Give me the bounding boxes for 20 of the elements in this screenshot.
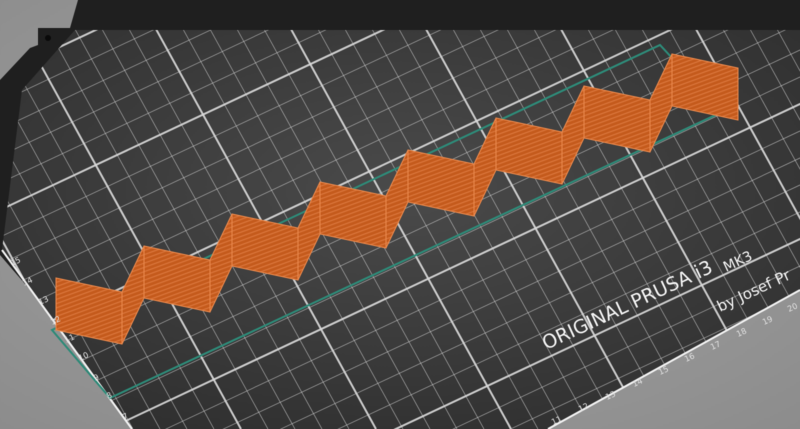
axis-label: 18 [735,326,748,339]
axis-label: 19 [761,314,774,327]
axis-label: 11 [550,414,564,427]
axis-label: 13 [604,389,618,402]
axis-label: 16 [683,351,696,364]
axis-label: 7 [121,412,130,422]
axis-label: 9 [92,372,100,383]
axis-label: 15 [657,364,670,377]
axis-label: 15 [9,255,22,268]
axis-label: 14 [631,376,644,389]
axis-label: 12 [577,401,590,414]
axis-label: 12 [49,314,62,327]
axis-label: 11 [63,332,76,345]
axis-label: 20 [786,301,800,314]
axis-label: 14 [21,275,34,288]
axis-label: 17 [709,339,722,352]
axis-label: 8 [105,390,114,401]
axis-label: 13 [37,294,50,307]
bed-model-text: MK3 [720,248,756,276]
axis-label: 10 [77,350,90,363]
